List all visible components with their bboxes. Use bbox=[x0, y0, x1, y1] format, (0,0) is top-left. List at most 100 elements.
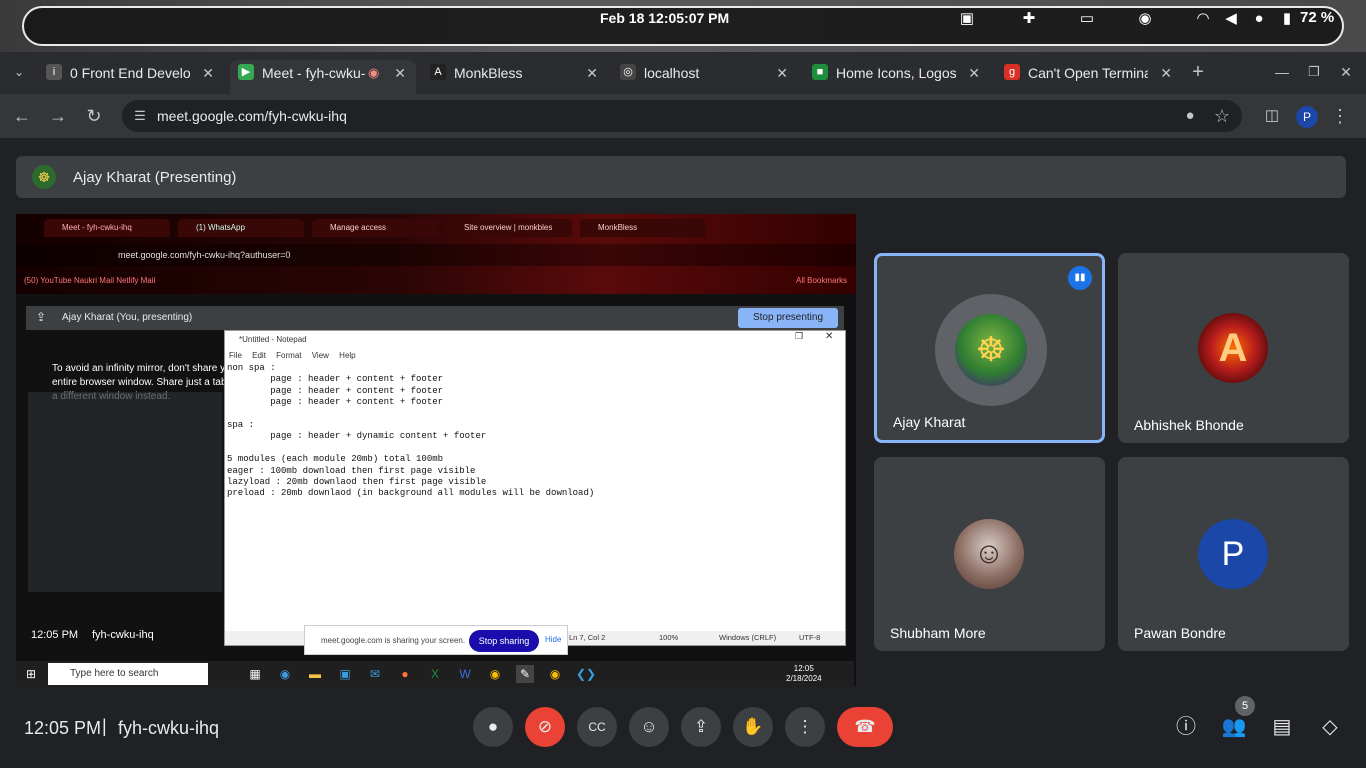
leave-call-button[interactable]: ☎ bbox=[837, 707, 893, 747]
vscode-icon: ❮❯ bbox=[576, 667, 597, 681]
close-tab-icon[interactable]: ✕ bbox=[1160, 60, 1172, 86]
mail-app-icon: ✉ bbox=[369, 667, 381, 681]
shared-meeting-code: fyh-cwku-ihq bbox=[92, 629, 154, 641]
system-clock: Feb 18 12:05:07 PM bbox=[600, 10, 730, 26]
chrome-icon: ◉ bbox=[489, 667, 501, 681]
firefox-icon: ● bbox=[401, 667, 409, 681]
voice-search-mic-icon[interactable]: ● bbox=[1178, 104, 1202, 128]
close-tab-icon[interactable]: ✕ bbox=[394, 60, 406, 86]
participant-name: Pawan Bondre bbox=[1134, 625, 1226, 641]
shared-presenting-bar: ⇪ Ajay Kharat (You, presenting) Stop pre… bbox=[26, 306, 844, 330]
bookmark-star-icon[interactable]: ☆ bbox=[1210, 104, 1234, 128]
participant-tile-shubham[interactable]: ☺ Shubham More bbox=[874, 457, 1105, 651]
raise-hand-button[interactable]: ✋ bbox=[733, 707, 773, 747]
meeting-code: fyh-cwku-ihq bbox=[118, 718, 220, 738]
meeting-info-icon[interactable]: ⓘ bbox=[1173, 714, 1199, 740]
profile-avatar[interactable]: P bbox=[1296, 106, 1318, 128]
battery-level: 72 % bbox=[1300, 9, 1335, 26]
camera-off-button[interactable]: ⊘ bbox=[525, 707, 565, 747]
camera-off-icon: ⊘ bbox=[537, 717, 553, 736]
participant-avatar: P bbox=[1198, 519, 1268, 589]
shared-meeting-time: 12:05 PM bbox=[31, 629, 79, 641]
shared-tab: MonkBless bbox=[580, 219, 706, 237]
notepad-title: *Untitled - Notepad bbox=[225, 331, 845, 349]
presenter-bar: ☸ Ajay Kharat (Presenting) bbox=[16, 156, 1346, 198]
participant-tile-ajay[interactable]: ☸ ▮▮ Ajay Kharat bbox=[874, 253, 1105, 443]
close-tab-icon[interactable]: ✕ bbox=[968, 60, 980, 86]
notepad-menu-format: Format bbox=[276, 351, 302, 360]
browser-tab-strip: ⌄ i 0 Front End Develop ✕ ▶ Meet - fyh-c… bbox=[0, 52, 1366, 94]
participant-avatar: ☸ bbox=[955, 314, 1027, 386]
tab-terminal[interactable]: g Can't Open Terminal ✕ bbox=[996, 60, 1182, 94]
emoji-button[interactable]: ☺ bbox=[629, 707, 669, 747]
end-call-icon: ☎ bbox=[854, 717, 876, 736]
close-tab-icon[interactable]: ✕ bbox=[776, 60, 788, 86]
participant-avatar: A bbox=[1198, 313, 1268, 383]
windows-start-icon: ⊞ bbox=[25, 667, 37, 681]
minimize-icon[interactable]: — bbox=[1270, 60, 1294, 84]
meeting-separator: | bbox=[102, 716, 107, 736]
present-screen-button[interactable]: ⇪ bbox=[681, 707, 721, 747]
edge-icon: ◉ bbox=[279, 667, 291, 681]
close-window-icon[interactable]: ✕ bbox=[1334, 60, 1358, 84]
tab-localhost[interactable]: ◎ localhost ✕ bbox=[612, 60, 798, 94]
wifi-icon[interactable]: ◠ bbox=[1194, 10, 1212, 28]
new-tab-plus-icon[interactable]: + bbox=[1186, 60, 1210, 84]
close-tab-icon[interactable]: ✕ bbox=[586, 60, 598, 86]
side-panel-icon[interactable]: ◫ bbox=[1260, 104, 1284, 128]
notepad-eol: Windows (CRLF) bbox=[719, 633, 777, 642]
participant-tile-pawan[interactable]: P Pawan Bondre bbox=[1118, 457, 1349, 651]
reload-icon[interactable]: ↻ bbox=[82, 104, 106, 128]
participant-tile-abhishek[interactable]: A Abhishek Bhonde bbox=[1118, 253, 1349, 443]
microphone-button[interactable]: ● bbox=[473, 707, 513, 747]
taskbar-clock: 12:05 2/18/2024 bbox=[786, 664, 822, 683]
tab-monkbless[interactable]: A MonkBless ✕ bbox=[422, 60, 608, 94]
forward-arrow-icon[interactable]: → bbox=[46, 104, 70, 128]
maximize-icon[interactable]: ❐ bbox=[1302, 60, 1326, 84]
emoji-icon: ☺ bbox=[640, 717, 658, 736]
mic-status-icon[interactable]: ● bbox=[1250, 10, 1268, 28]
angular-icon: A bbox=[430, 64, 446, 80]
people-icon[interactable]: 👥 bbox=[1221, 714, 1247, 740]
participant-name: Ajay Kharat bbox=[893, 414, 966, 430]
participant-avatar: ☺ bbox=[954, 519, 1024, 589]
tab-home-icons[interactable]: ■ Home Icons, Logos, S ✕ bbox=[804, 60, 990, 94]
present-icon: ⇪ bbox=[693, 717, 709, 736]
iconify-icon: ■ bbox=[812, 64, 828, 80]
shared-tab: Manage access bbox=[312, 219, 438, 237]
record-icon[interactable]: ◉ bbox=[1136, 10, 1154, 28]
shared-windows-taskbar: ⊞ Type here to search ▦ ◉ ▬ ▣ ✉ ● X W ◉ … bbox=[16, 661, 854, 687]
share-notice-text: meet.google.com is sharing your screen. bbox=[321, 636, 466, 645]
activities-icon[interactable]: ◇ bbox=[1317, 714, 1343, 740]
extensions-icon[interactable]: ✚ bbox=[1020, 10, 1038, 28]
notepad-close-icon: ✕ bbox=[825, 331, 834, 342]
task-view-icon: ▦ bbox=[249, 667, 261, 681]
notepad-taskbar-icon: ✎ bbox=[516, 665, 534, 683]
tab-front-end[interactable]: i 0 Front End Develop ✕ bbox=[38, 60, 224, 94]
meet-control-bar: 12:05 PM | fyh-cwku-ihq ● ⊘ CC ☺ ⇪ ✋ ⋮ ☎… bbox=[0, 690, 1366, 768]
clipboard-icon[interactable]: ▭ bbox=[1078, 10, 1096, 28]
g-icon: g bbox=[1004, 64, 1020, 80]
captions-button[interactable]: CC bbox=[577, 707, 617, 747]
screen-share-notice: meet.google.com is sharing your screen. … bbox=[304, 625, 568, 655]
kebab-menu-icon[interactable]: ⋮ bbox=[1328, 104, 1352, 128]
shared-all-bookmarks: All Bookmarks bbox=[796, 276, 848, 285]
chat-icon[interactable]: ▤ bbox=[1269, 714, 1295, 740]
notepad-menu-help: Help bbox=[339, 351, 356, 360]
volume-icon[interactable]: ◀ bbox=[1222, 10, 1240, 28]
back-arrow-icon[interactable]: ← bbox=[10, 104, 34, 128]
tab-search-chevron-down-icon[interactable]: ⌄ bbox=[8, 60, 30, 84]
shared-bookmarks: (50) YouTube Naukri Mail Netlify Mail bbox=[24, 276, 156, 285]
meet-icon: ▶ bbox=[238, 64, 254, 80]
tab-meet[interactable]: ▶ Meet - fyh-cwku- ◉ ✕ bbox=[230, 60, 416, 94]
address-bar[interactable]: ☰ meet.google.com/fyh-cwku-ihq ● ☆ bbox=[122, 100, 1242, 132]
close-tab-icon[interactable]: ✕ bbox=[202, 60, 214, 86]
battery-icon: ▮ bbox=[1282, 10, 1292, 27]
notepad-maximize-icon: ❐ bbox=[795, 331, 804, 341]
screen-cast-icon[interactable]: ▣ bbox=[958, 10, 976, 28]
url-text[interactable]: meet.google.com/fyh-cwku-ihq bbox=[157, 108, 347, 124]
site-info-icon[interactable]: ☰ bbox=[128, 104, 152, 128]
more-options-button[interactable]: ⋮ bbox=[785, 707, 825, 747]
participant-name: Shubham More bbox=[890, 625, 986, 641]
shared-presenting-label: Ajay Kharat (You, presenting) bbox=[62, 312, 193, 323]
